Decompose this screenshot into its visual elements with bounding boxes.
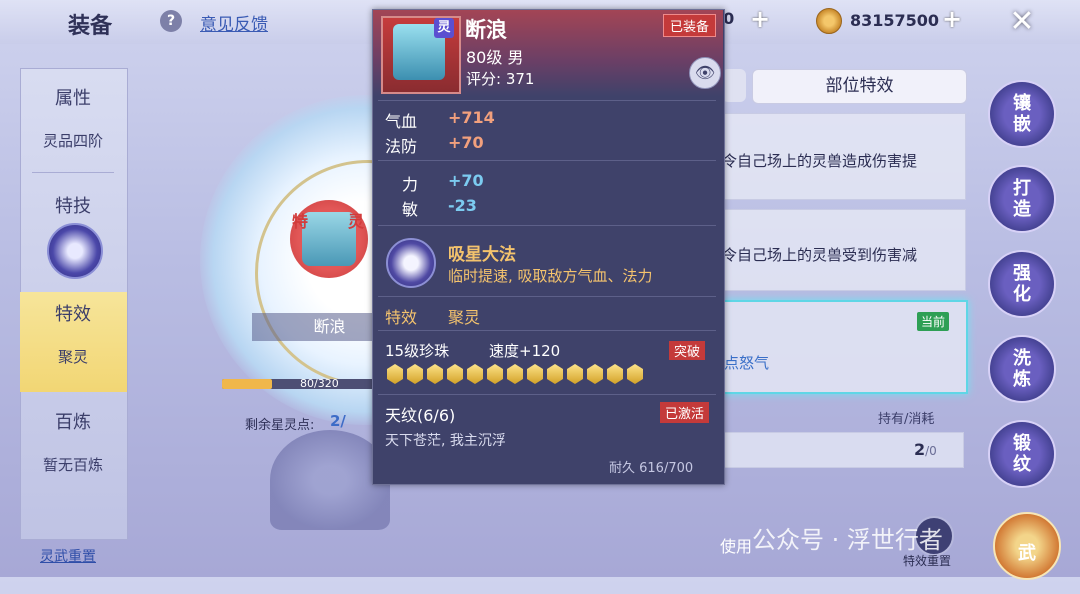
tooltip-divider <box>378 394 716 395</box>
hold-cost: /0 <box>925 444 937 458</box>
tooltip-divider <box>378 100 716 101</box>
refine-button-label: 洗炼 <box>1013 348 1031 390</box>
feedback-link[interactable]: 意见反馈 <box>200 10 268 35</box>
effect-card-2-text: 令自己场上的灵兽受到伤害减 <box>722 246 918 264</box>
add-currency-2-button[interactable]: + <box>942 5 962 33</box>
effect-label: 特效 <box>385 308 418 327</box>
enhance-button-label: 强化 <box>1013 263 1031 305</box>
sidebar-item-refine-head[interactable]: 百炼 <box>20 408 126 434</box>
refine-button[interactable]: 洗炼 <box>988 335 1056 403</box>
gem-icon <box>467 364 483 384</box>
tooltip-divider <box>378 296 716 297</box>
gem-icon <box>427 364 443 384</box>
weapon-button[interactable]: 武 <box>993 512 1061 580</box>
tab-other[interactable] <box>722 69 746 102</box>
sidebar-item-attr-value: 灵品四阶 <box>42 132 103 150</box>
eye-icon[interactable]: 👁 <box>689 57 721 89</box>
tooltip-item-name: 断浪 <box>465 18 507 42</box>
add-currency-1-button[interactable]: + <box>750 5 770 33</box>
star-points-label: 剩余星灵点: <box>245 418 315 433</box>
attr-agi-value: -23 <box>448 196 477 215</box>
skill-desc: 临时提速, 吸取敌方气血、法力 <box>448 267 653 285</box>
ling-badge: 灵 <box>434 18 454 38</box>
sidebar-item-attr-head[interactable]: 属性 <box>20 84 126 110</box>
gem-icon <box>527 364 543 384</box>
effect-value: 聚灵 <box>448 308 481 327</box>
badge-char-1: 特 <box>292 212 309 231</box>
pearl-speed: 速度+120 <box>489 342 561 360</box>
close-icon[interactable]: ✕ <box>1004 4 1040 40</box>
attr-str-value: +70 <box>448 171 484 190</box>
tooltip-divider <box>378 330 716 331</box>
star-points-value: 2/ <box>330 412 346 430</box>
effect-card-3-text: 点怒气 <box>724 354 770 372</box>
skill-star-icon <box>386 238 436 288</box>
gem-icon <box>487 364 503 384</box>
tooltip-divider <box>378 225 716 226</box>
gem-icon <box>387 364 403 384</box>
current-badge: 当前 <box>917 312 950 331</box>
sidebar-divider <box>32 172 114 173</box>
tianwen-label: 天纹(6/6) <box>385 406 456 425</box>
pattern-button[interactable]: 锻纹 <box>988 420 1056 488</box>
activated-badge: 已激活 <box>660 402 710 423</box>
attr-agi-label: 敏 <box>402 200 419 219</box>
stat-mdef-label: 法防 <box>385 137 418 156</box>
pearl-level: 15级珍珠 <box>385 342 450 360</box>
coin-icon <box>816 8 842 34</box>
gem-icon <box>547 364 563 384</box>
equipped-badge: 已装备 <box>663 14 717 37</box>
gem-icon <box>447 364 463 384</box>
inlay-button[interactable]: 镶嵌 <box>988 80 1056 148</box>
exp-text: 80/320 <box>300 377 339 390</box>
hold-have: 2 <box>914 440 926 459</box>
hold-cost-label: 持有/消耗 <box>878 412 935 427</box>
sidebar-item-refine-value: 暂无百炼 <box>42 456 103 474</box>
sidebar-item-effect-value: 聚灵 <box>57 348 88 366</box>
tooltip-divider <box>378 160 716 161</box>
gem-icon <box>587 364 603 384</box>
stat-hp-value: +714 <box>448 108 495 127</box>
inlay-button-label: 镶嵌 <box>1013 93 1031 135</box>
gem-icon <box>407 364 423 384</box>
sidebar-item-skill-head[interactable]: 特技 <box>20 192 126 218</box>
gem-icon <box>507 364 523 384</box>
enhance-button[interactable]: 强化 <box>988 250 1056 318</box>
pattern-button-label: 锻纹 <box>1013 433 1031 475</box>
exp-bar-fill <box>222 379 272 389</box>
watermark: 公众号 · 浮世行者 <box>752 526 943 554</box>
currency-value: 83157500 <box>850 11 940 30</box>
use-label: 使用 <box>720 537 753 556</box>
tooltip-score: 评分: 371 <box>466 70 535 88</box>
gem-icon <box>607 364 623 384</box>
tab-part-effect[interactable]: 部位特效 <box>752 69 967 104</box>
help-icon[interactable]: ? <box>160 10 182 32</box>
attr-str-label: 力 <box>402 175 419 194</box>
skill-name: 吸星大法 <box>448 245 516 265</box>
sidebar-item-effect-head[interactable]: 特效 <box>20 300 126 326</box>
tooltip-level: 80级 男 <box>466 48 524 67</box>
stat-mdef-value: +70 <box>448 133 484 152</box>
stat-hp-label: 气血 <box>385 112 418 131</box>
tab-part-effect-label: 部位特效 <box>825 76 894 96</box>
gem-icon <box>627 364 643 384</box>
breakthrough-badge: 突破 <box>669 341 706 360</box>
gem-icon <box>567 364 583 384</box>
tianwen-desc: 天下苍茫, 我主沉浮 <box>385 433 506 449</box>
effect-card-1-text: 令自己场上的灵兽造成伤害提 <box>722 152 918 170</box>
forge-button[interactable]: 打造 <box>988 165 1056 233</box>
badge-char-2: 灵 <box>348 212 365 231</box>
gem-row <box>387 364 643 384</box>
spirit-weapon-reset-link[interactable]: 灵武重置 <box>40 546 96 566</box>
page-title: 装备 <box>68 14 113 39</box>
hold-cost-value: 2/0 <box>914 440 937 459</box>
durability: 耐久 616/700 <box>609 461 694 476</box>
forge-button-label: 打造 <box>1013 178 1031 220</box>
skill-icon[interactable] <box>47 223 103 279</box>
